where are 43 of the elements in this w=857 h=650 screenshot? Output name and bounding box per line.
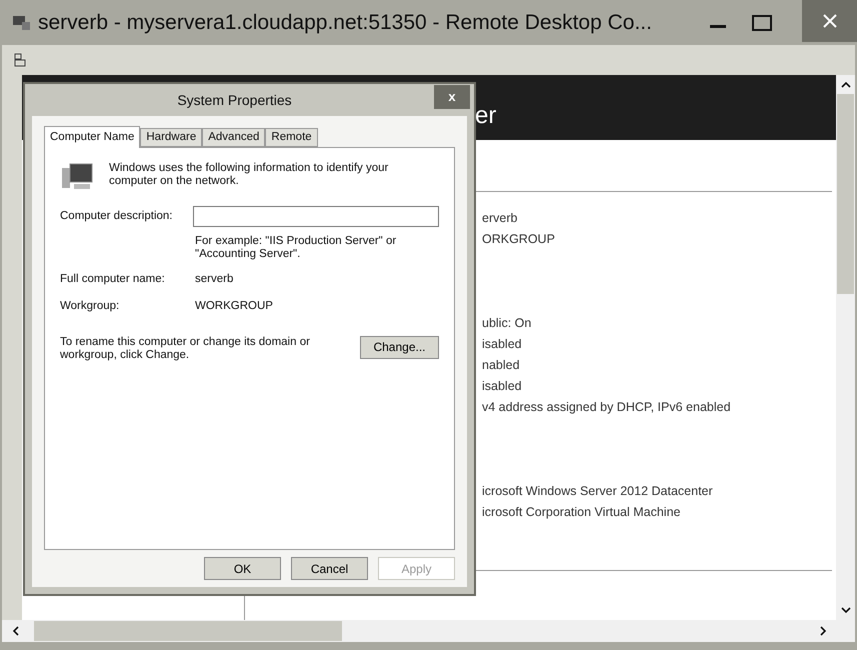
scroll-thumb[interactable] <box>34 621 342 641</box>
scroll-thumb[interactable] <box>837 94 854 294</box>
dialog-title: System Properties <box>176 90 293 110</box>
description-field[interactable] <box>192 206 439 227</box>
dialog-button[interactable]: OK <box>204 557 281 580</box>
vertical-scrollbar[interactable] <box>836 75 855 620</box>
field-label: Computer description: <box>60 208 174 224</box>
scroll-down-icon[interactable] <box>840 607 850 614</box>
property-value: isabled <box>482 378 522 396</box>
field-value: WORKGROUP <box>195 299 273 314</box>
scroll-right-icon[interactable] <box>820 626 827 636</box>
tab[interactable]: Computer Name <box>44 126 140 148</box>
example-text: For example: "IIS Production Server" or "Accounting Server". <box>195 235 398 261</box>
horizontal-scrollbar[interactable] <box>2 620 855 642</box>
property-value: erverb <box>482 210 518 228</box>
maximize-icon[interactable] <box>752 14 772 30</box>
property-value: v4 address assigned by DHCP, IPv6 enabled <box>482 399 731 416</box>
change-button[interactable]: Change... <box>360 336 439 358</box>
property-value: icrosoft Corporation Virtual Machine <box>482 504 680 522</box>
field-value: serverb <box>195 272 234 287</box>
tab[interactable]: Remote <box>265 128 318 147</box>
computer-icon <box>60 162 94 192</box>
window-title: serverb - myservera1.cloudapp.net:51350 - Remote Desktop Co... <box>38 10 652 36</box>
intro-text: Windows uses the following information to identify your computer on the network. <box>109 162 390 188</box>
property-value: isabled <box>482 336 522 354</box>
dialog-button[interactable]: Cancel <box>291 557 368 580</box>
rename-text: To rename this computer or change its domain or workgroup, click Change. <box>60 336 311 362</box>
field-label: Workgroup: <box>60 299 120 314</box>
property-value: ORKGROUP <box>482 231 555 248</box>
close-button[interactable] <box>802 0 857 42</box>
header-text: er <box>475 104 496 128</box>
tab[interactable]: Advanced <box>202 128 266 147</box>
scroll-left-icon[interactable] <box>12 626 19 636</box>
scroll-up-icon[interactable] <box>840 81 850 88</box>
property-value: nabled <box>482 357 520 374</box>
close-button[interactable]: x <box>434 85 470 109</box>
tab[interactable]: Hardware <box>140 128 202 147</box>
close-icon <box>822 14 836 28</box>
field-label: Full computer name: <box>60 272 166 287</box>
connection-bar-icon[interactable] <box>14 53 26 67</box>
property-value: ublic: On <box>482 315 532 332</box>
property-value: icrosoft Windows Server 2012 Datacenter <box>482 483 713 500</box>
remote-desktop-icon <box>12 14 32 32</box>
